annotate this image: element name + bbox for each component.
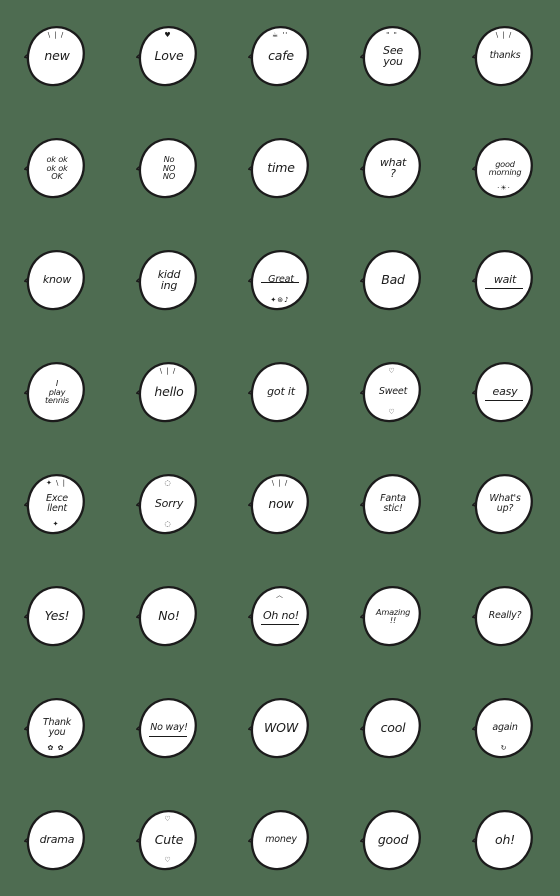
speech-bubble-cool[interactable]: cool (360, 696, 424, 760)
sticker-cell-see-you[interactable]: " " See you (336, 0, 448, 112)
speech-bubble-bad[interactable]: Bad (360, 248, 424, 312)
sticker-cell-money[interactable]: money (224, 784, 336, 896)
sticker-cell-oh-no[interactable]: ︿ Oh no! (224, 560, 336, 672)
sticker-cell-good[interactable]: good (336, 784, 448, 896)
speech-bubble-see-you[interactable]: " " See you (360, 24, 424, 88)
speech-bubble-excellent[interactable]: ✦ \ | Exce llent ✦ (24, 472, 88, 536)
sticker-cell-thank-you[interactable]: Thank you ✿ ✿ (0, 672, 112, 784)
sticker-cell-hello[interactable]: \ | / hello (112, 336, 224, 448)
speech-bubble-easy[interactable]: easy (472, 360, 536, 424)
speech-bubble-thank-you[interactable]: Thank you ✿ ✿ (24, 696, 88, 760)
speech-bubble-oh[interactable]: oh! (472, 808, 536, 872)
sticker-cell-now[interactable]: \ | / now (224, 448, 336, 560)
speech-bubble-really[interactable]: Really? (472, 584, 536, 648)
underline-stroke-no-way (149, 736, 187, 737)
speech-bubble-great[interactable]: Great ✦⊛♪ (248, 248, 312, 312)
underline-stroke-oh-no (261, 624, 299, 625)
sticker-cell-again[interactable]: again ↻ (448, 672, 560, 784)
sticker-cell-good-morning[interactable]: good morning ·☀· (448, 112, 560, 224)
speech-bubble-got-it[interactable]: got it (248, 360, 312, 424)
speech-bubble-know[interactable]: know (24, 248, 88, 312)
speech-bubble-wait[interactable]: wait (472, 248, 536, 312)
sticker-cell-bad[interactable]: Bad (336, 224, 448, 336)
speech-bubble-cafe[interactable]: ☕ '' cafe (248, 24, 312, 88)
speech-bubble-wow[interactable]: WOW (248, 696, 312, 760)
speech-bubble-drama[interactable]: drama (24, 808, 88, 872)
sticker-cell-really[interactable]: Really? (448, 560, 560, 672)
speech-bubble-thanks[interactable]: \ | / thanks (472, 24, 536, 88)
speech-bubble-hello[interactable]: \ | / hello (136, 360, 200, 424)
sticker-cell-no[interactable]: No! (112, 560, 224, 672)
sticker-cell-great[interactable]: Great ✦⊛♪ (224, 224, 336, 336)
sticker-cell-got-it[interactable]: got it (224, 336, 336, 448)
sticker-cell-thanks[interactable]: \ | / thanks (448, 0, 560, 112)
underline-stroke-wait (485, 288, 523, 289)
sticker-cell-amazing[interactable]: Amazing!! (336, 560, 448, 672)
speech-bubble-money[interactable]: money (248, 808, 312, 872)
sticker-cell-cute[interactable]: ♡ Cute ♡ (112, 784, 224, 896)
sticker-cell-oh[interactable]: oh! (448, 784, 560, 896)
speech-bubble-sweet[interactable]: ♡ Sweet ♡ (360, 360, 424, 424)
underline-stroke-easy (485, 400, 523, 401)
speech-bubble-again[interactable]: again ↻ (472, 696, 536, 760)
sticker-cell-no-no-no[interactable]: No NO NO (112, 112, 224, 224)
sticker-cell-drama[interactable]: drama (0, 784, 112, 896)
emoji-sticker-grid: \ | / new ♥ Love ☕ '' cafe " " See you \ | / t… (0, 0, 560, 896)
sticker-cell-kidding[interactable]: kidd ing (112, 224, 224, 336)
speech-bubble-new[interactable]: \ | / new (24, 24, 88, 88)
speech-bubble-ok-ok-ok[interactable]: ok ok ok ok OK (24, 136, 88, 200)
sticker-cell-fantastic[interactable]: Fanta stic! (336, 448, 448, 560)
speech-bubble-whats-up[interactable]: What's up? (472, 472, 536, 536)
speech-bubble-no-way[interactable]: No way! (136, 696, 200, 760)
speech-bubble-kidding[interactable]: kidd ing (136, 248, 200, 312)
speech-bubble-love[interactable]: ♥ Love (136, 24, 200, 88)
sticker-cell-whats-up[interactable]: What's up? (448, 448, 560, 560)
sticker-cell-what[interactable]: what? (336, 112, 448, 224)
sticker-cell-cafe[interactable]: ☕ '' cafe (224, 0, 336, 112)
sticker-cell-know[interactable]: know (0, 224, 112, 336)
sticker-cell-i-play-tennis[interactable]: Iplay tennis (0, 336, 112, 448)
speech-bubble-yes[interactable]: Yes! (24, 584, 88, 648)
speech-bubble-no[interactable]: No! (136, 584, 200, 648)
speech-bubble-fantastic[interactable]: Fanta stic! (360, 472, 424, 536)
sticker-cell-cool[interactable]: cool (336, 672, 448, 784)
speech-bubble-now[interactable]: \ | / now (248, 472, 312, 536)
sticker-cell-sweet[interactable]: ♡ Sweet ♡ (336, 336, 448, 448)
speech-bubble-amazing[interactable]: Amazing!! (360, 584, 424, 648)
sticker-cell-ok-ok-ok[interactable]: ok ok ok ok OK (0, 112, 112, 224)
sticker-cell-excellent[interactable]: ✦ \ | Exce llent ✦ (0, 448, 112, 560)
sticker-cell-sorry[interactable]: ◌ Sorry ◌ (112, 448, 224, 560)
speech-bubble-i-play-tennis[interactable]: Iplay tennis (24, 360, 88, 424)
sticker-cell-easy[interactable]: easy (448, 336, 560, 448)
speech-bubble-oh-no[interactable]: ︿ Oh no! (248, 584, 312, 648)
sticker-cell-love[interactable]: ♥ Love (112, 0, 224, 112)
sticker-cell-wow[interactable]: WOW (224, 672, 336, 784)
sticker-cell-no-way[interactable]: No way! (112, 672, 224, 784)
speech-bubble-sorry[interactable]: ◌ Sorry ◌ (136, 472, 200, 536)
sticker-cell-yes[interactable]: Yes! (0, 560, 112, 672)
sticker-cell-wait[interactable]: wait (448, 224, 560, 336)
speech-bubble-no-no-no[interactable]: No NO NO (136, 136, 200, 200)
speech-bubble-time[interactable]: time (248, 136, 312, 200)
speech-bubble-good[interactable]: good (360, 808, 424, 872)
sticker-cell-time[interactable]: time (224, 112, 336, 224)
speech-bubble-good-morning[interactable]: good morning ·☀· (472, 136, 536, 200)
speech-bubble-what[interactable]: what? (360, 136, 424, 200)
sticker-cell-new[interactable]: \ | / new (0, 0, 112, 112)
underline-stroke-great (261, 282, 299, 283)
speech-bubble-cute[interactable]: ♡ Cute ♡ (136, 808, 200, 872)
